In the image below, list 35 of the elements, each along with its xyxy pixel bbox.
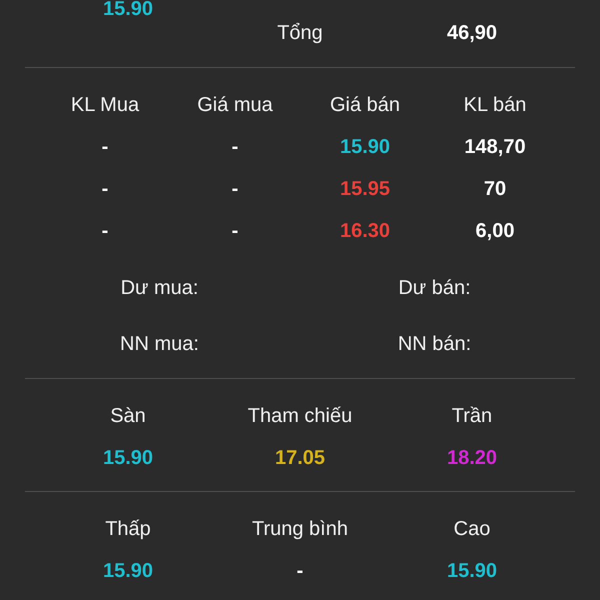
total-label: Tổng: [277, 22, 323, 44]
buy-price: -: [232, 136, 238, 158]
price-value: 15.90: [446, 560, 498, 582]
buy-volume: -: [102, 178, 108, 200]
buy-price: -: [232, 178, 238, 200]
price-value: 15.90: [102, 446, 154, 470]
total-value: 46,90: [446, 22, 498, 44]
column-header: Giá bán: [330, 94, 400, 116]
price-label: Thấp: [105, 518, 151, 540]
column-header: KL bán: [464, 94, 526, 116]
foreign-label: NN mua:: [120, 332, 199, 356]
price-value: 15.90: [102, 0, 154, 21]
price-label: Tham chiếu: [248, 404, 352, 428]
balance-label: Dư bán:: [398, 276, 471, 300]
column-header: KL Mua: [70, 94, 140, 116]
price-value: -: [296, 560, 304, 582]
price-label: Trần: [452, 404, 492, 428]
price-value: 17.05: [274, 446, 326, 470]
column-header: Giá mua: [197, 94, 273, 116]
sell-volume: 148,70: [464, 136, 526, 158]
price-label: Sàn: [110, 404, 146, 428]
price-value: 18.20: [446, 446, 498, 470]
sell-price: 16.30: [340, 220, 390, 242]
buy-price: -: [232, 220, 238, 242]
sell-volume: 70: [484, 178, 506, 200]
sell-price: 15.95: [340, 178, 390, 200]
price-value: 15.90: [102, 560, 154, 582]
price-label: Trung bình: [252, 518, 348, 540]
sell-volume: 6,00: [476, 220, 514, 242]
balance-label: Dư mua:: [120, 276, 198, 300]
buy-volume: -: [102, 136, 108, 158]
buy-volume: -: [102, 220, 108, 242]
sell-price: 15.90: [340, 136, 390, 158]
foreign-label: NN bán:: [398, 332, 472, 356]
price-label: Cao: [454, 518, 490, 540]
